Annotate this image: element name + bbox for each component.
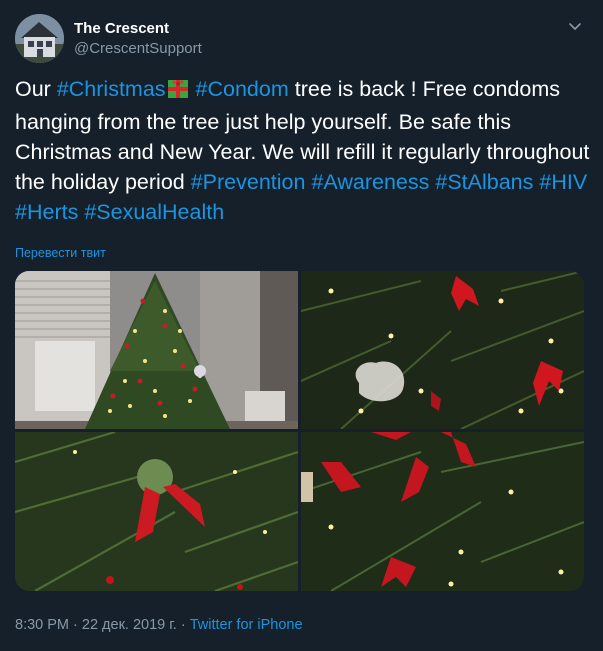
- tweet-meta: 8:30 PM · 22 дек. 2019 г. · Twitter for …: [15, 617, 303, 633]
- hashtag-christmas[interactable]: #Christmas: [57, 77, 166, 101]
- hashtag-hiv[interactable]: #HIV: [539, 170, 587, 194]
- display-name[interactable]: The Crescent: [74, 20, 169, 37]
- tweet-source-link[interactable]: Twitter for iPhone: [190, 617, 303, 633]
- photo-red-ribbon-close-up[interactable]: [15, 432, 298, 591]
- hashtag-awareness[interactable]: #Awareness: [311, 170, 429, 194]
- tweet-text: Our #Christmas #Condom tree is back ! Fr…: [15, 74, 590, 227]
- hashtag-stalbans[interactable]: #StAlbans: [435, 170, 533, 194]
- user-handle[interactable]: @CrescentSupport: [74, 40, 202, 57]
- meta-separator: ·: [176, 617, 190, 633]
- tweet-text-part: Our: [15, 77, 57, 101]
- chevron-down-icon[interactable]: [567, 18, 583, 34]
- tweet-time[interactable]: 8:30 PM: [15, 617, 69, 633]
- photo-christmas-tree-by-window[interactable]: [15, 271, 298, 429]
- hashtag-prevention[interactable]: #Prevention: [191, 170, 306, 194]
- translate-tweet-link[interactable]: Перевести твит: [15, 246, 106, 260]
- media-grid: [15, 271, 584, 591]
- tweet: The Crescent @CrescentSupport Our #Chris…: [0, 0, 603, 651]
- wrapped-gift-icon: [167, 77, 189, 107]
- tweet-date[interactable]: 22 дек. 2019 г.: [82, 617, 177, 633]
- hashtag-condom[interactable]: #Condom: [196, 77, 289, 101]
- meta-separator: ·: [69, 617, 82, 633]
- photo-red-ribbons-on-branches[interactable]: [301, 432, 584, 591]
- hashtag-sexualhealth[interactable]: #SexualHealth: [84, 200, 224, 224]
- house-photo-icon: [15, 14, 64, 63]
- hashtag-herts[interactable]: #Herts: [15, 200, 78, 224]
- avatar[interactable]: [15, 14, 64, 63]
- photo-ribbon-and-condom-bag[interactable]: [301, 271, 584, 429]
